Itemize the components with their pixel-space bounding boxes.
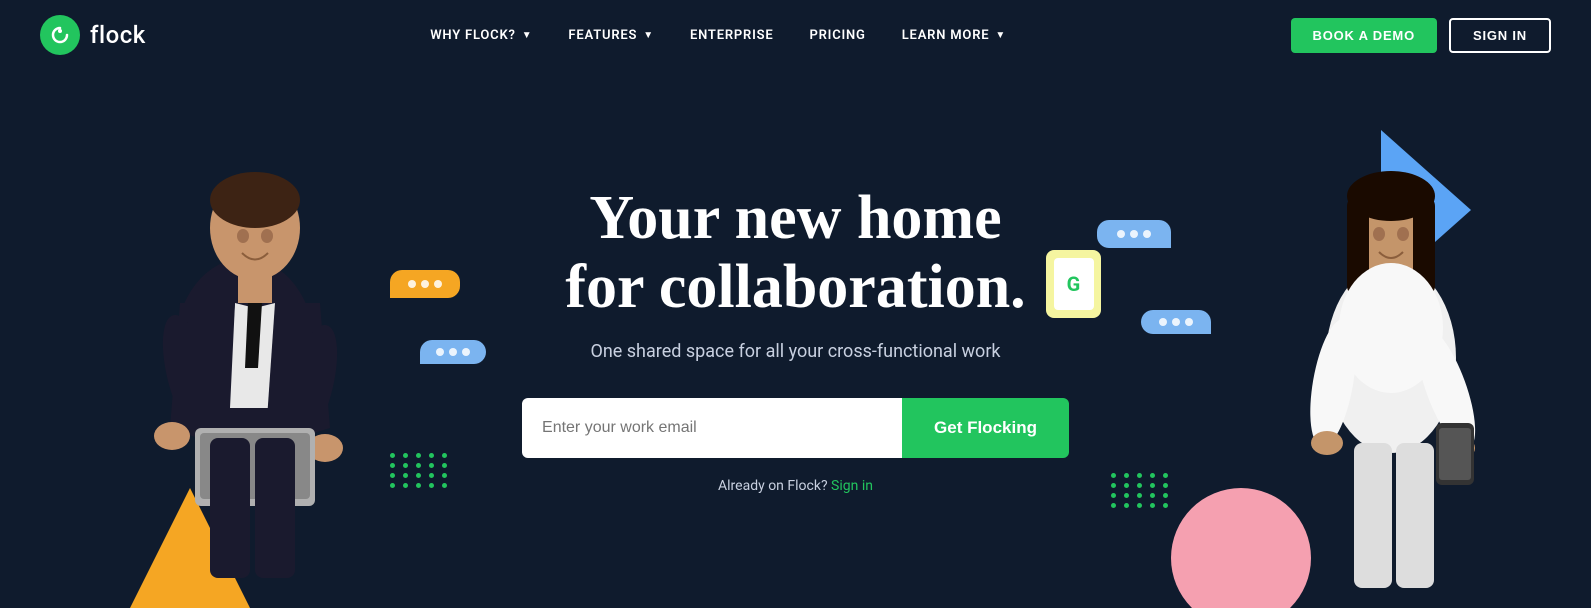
hero-subtitle: One shared space for all your cross-func… — [522, 341, 1069, 362]
logo-area: flock — [40, 15, 146, 55]
person-left-image — [100, 128, 390, 608]
chat-bubble-right-1 — [1097, 220, 1171, 248]
signin-prompt: Already on Flock? Sign in — [522, 478, 1069, 494]
dot-grid-right — [1111, 473, 1171, 508]
chevron-down-icon: ▼ — [522, 30, 533, 41]
hero-section: G — [0, 70, 1591, 608]
chat-bubble-right-2 — [1141, 310, 1211, 334]
nav-pricing[interactable]: PRICING — [795, 20, 879, 51]
book-demo-button[interactable]: BOOK A DEMO — [1291, 18, 1437, 53]
chevron-down-icon: ▼ — [995, 30, 1006, 41]
signin-link[interactable]: Sign in — [831, 478, 873, 494]
logo-text: flock — [90, 21, 146, 49]
dot-grid-left — [390, 453, 450, 488]
nav-learn-more[interactable]: LEARN MORE ▼ — [888, 20, 1020, 51]
chevron-down-icon: ▼ — [643, 30, 654, 41]
get-flocking-button[interactable]: Get Flocking — [902, 398, 1069, 458]
email-input[interactable] — [522, 398, 902, 458]
nav-features[interactable]: FEATURES ▼ — [554, 20, 668, 51]
chat-bubble-left-2 — [420, 340, 486, 364]
hero-title: Your new home for collaboration. — [522, 184, 1069, 320]
logo-icon[interactable] — [40, 15, 80, 55]
navbar: flock WHY FLOCK? ▼ FEATURES ▼ ENTERPRISE… — [0, 0, 1591, 70]
nav-menu: WHY FLOCK? ▼ FEATURES ▼ ENTERPRISE PRICI… — [416, 20, 1020, 51]
hero-content: Your new home for collaboration. One sha… — [522, 184, 1069, 493]
sign-in-button[interactable]: SIGN IN — [1449, 18, 1551, 53]
nav-enterprise[interactable]: ENTERPRISE — [676, 20, 788, 51]
person-right-image — [1251, 128, 1531, 608]
signup-form: Get Flocking — [522, 398, 1069, 458]
nav-why-flock[interactable]: WHY FLOCK? ▼ — [416, 20, 546, 51]
chat-bubble-left-1 — [390, 270, 460, 298]
navbar-actions: BOOK A DEMO SIGN IN — [1291, 18, 1551, 53]
